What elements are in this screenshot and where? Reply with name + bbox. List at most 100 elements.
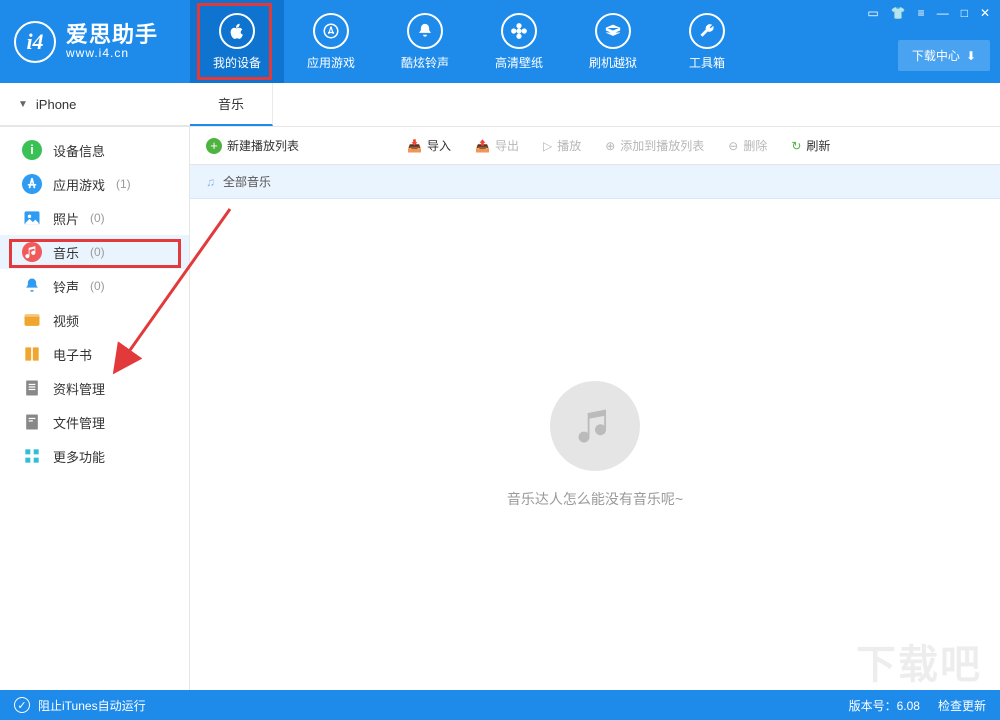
bell-icon [22, 276, 42, 296]
download-center-button[interactable]: 下载中心 ⬇ [898, 40, 990, 71]
sidebar-count: (0) [90, 211, 105, 225]
apple-icon [219, 13, 255, 49]
new-playlist-button[interactable]: + 新建播放列表 [206, 137, 299, 154]
refresh-button[interactable]: ↻ 刷新 [791, 137, 830, 154]
sidebar-label: 设备信息 [53, 141, 105, 160]
sidebar-item-ebook[interactable]: 电子书 [0, 337, 189, 371]
sidebar-item-ringtone[interactable]: 铃声 (0) [0, 269, 189, 303]
sidebar-label: 音乐 [53, 243, 79, 262]
empty-message: 音乐达人怎么能没有音乐呢~ [507, 489, 683, 509]
minimize-icon[interactable]: — [937, 6, 949, 20]
toolbar: + 新建播放列表 📥 导入 📤 导出 ▷ 播放 ⊕ 添 [190, 127, 1000, 165]
sidebar-label: 照片 [53, 209, 79, 228]
btn-label: 播放 [557, 137, 581, 154]
playlist-label: 全部音乐 [223, 173, 271, 190]
subtab-label: 音乐 [218, 94, 244, 113]
nav-label: 工具箱 [689, 54, 725, 71]
music-note-icon: ♫ [206, 175, 215, 189]
sidebar-count: (0) [90, 279, 105, 293]
empty-state: 音乐达人怎么能没有音乐呢~ [190, 199, 1000, 690]
file-icon [22, 412, 42, 432]
add-to-playlist-button[interactable]: ⊕ 添加到播放列表 [605, 137, 704, 154]
sidebar-label: 电子书 [53, 345, 92, 364]
sidebar-label: 资料管理 [53, 379, 105, 398]
sidebar-item-apps[interactable]: 应用游戏 (1) [0, 167, 189, 201]
brand-subtitle: www.i4.cn [66, 47, 158, 61]
wrench-icon [689, 13, 725, 49]
sidebar-count: (1) [116, 177, 131, 191]
book-icon [22, 344, 42, 364]
sidebar-label: 文件管理 [53, 413, 105, 432]
music-icon [22, 242, 42, 262]
nav-label: 应用游戏 [307, 54, 355, 71]
box-icon [595, 13, 631, 49]
status-version: 版本号：6.08 [849, 697, 920, 714]
play-icon: ▷ [543, 139, 552, 153]
play-button[interactable]: ▷ 播放 [543, 137, 581, 154]
status-itunes-toggle[interactable]: ✓ 阻止iTunes自动运行 [14, 697, 146, 714]
empty-music-icon [550, 381, 640, 471]
status-itunes-label: 阻止iTunes自动运行 [38, 697, 146, 714]
delete-icon: ⊖ [728, 139, 738, 153]
sidebar-item-photos[interactable]: 照片 (0) [0, 201, 189, 235]
logo-badge-icon: i4 [14, 21, 56, 63]
window-controls: ▭ 👕 ≡ — □ ✕ [867, 6, 990, 20]
flower-icon [501, 13, 537, 49]
refresh-icon: ↻ [791, 139, 801, 153]
skin-icon[interactable]: 👕 [891, 6, 906, 20]
btn-label: 导入 [427, 137, 451, 154]
nav-label: 高清壁纸 [495, 54, 543, 71]
download-icon: ⬇ [966, 49, 976, 63]
check-update-button[interactable]: 检查更新 [938, 697, 986, 714]
nav-flash[interactable]: 刷机越狱 [566, 0, 660, 83]
nav-ringtone[interactable]: 酷炫铃声 [378, 0, 472, 83]
delete-button[interactable]: ⊖ 删除 [728, 137, 767, 154]
app-logo: i4 爱思助手 www.i4.cn [0, 0, 190, 83]
doc-icon [22, 378, 42, 398]
sidebar-item-device-info[interactable]: i 设备信息 [0, 133, 189, 167]
sidebar-item-files[interactable]: 文件管理 [0, 405, 189, 439]
btn-label: 导出 [495, 137, 519, 154]
nav-wallpaper[interactable]: 高清壁纸 [472, 0, 566, 83]
export-button[interactable]: 📤 导出 [475, 137, 519, 154]
nav-toolbox[interactable]: 工具箱 [660, 0, 754, 83]
nav-label: 刷机越狱 [589, 54, 637, 71]
sidebar-item-data[interactable]: 资料管理 [0, 371, 189, 405]
device-name: iPhone [36, 97, 76, 112]
sidebar-label: 视频 [53, 311, 79, 330]
photos-icon [22, 208, 42, 228]
btn-label: 添加到播放列表 [620, 137, 704, 154]
sidebar-item-more[interactable]: 更多功能 [0, 439, 189, 473]
sidebar-item-music[interactable]: 音乐 (0) [0, 235, 189, 269]
nav-my-device[interactable]: 我的设备 [190, 0, 284, 83]
sidebar-count: (0) [90, 245, 105, 259]
btn-label: 删除 [743, 137, 767, 154]
chevron-down-icon: ▼ [18, 99, 28, 110]
grid-icon [22, 446, 42, 466]
svg-text:i: i [30, 143, 33, 157]
check-icon: ✓ [14, 697, 30, 713]
btn-label: 刷新 [806, 137, 830, 154]
close-icon[interactable]: ✕ [980, 6, 990, 20]
plus-icon: + [206, 138, 222, 154]
nav-label: 酷炫铃声 [401, 54, 449, 71]
info-icon: i [22, 140, 42, 160]
bell-icon [407, 13, 443, 49]
sidebar-item-video[interactable]: 视频 [0, 303, 189, 337]
sidebar: i 设备信息 应用游戏 (1) 照片 (0) 音乐 (0) 铃声 (0) [0, 127, 190, 690]
import-button[interactable]: 📥 导入 [407, 137, 451, 154]
nav-apps[interactable]: 应用游戏 [284, 0, 378, 83]
playlist-all-music[interactable]: ♫ 全部音乐 [190, 165, 1000, 199]
sidebar-label: 更多功能 [53, 447, 105, 466]
brand-title: 爱思助手 [66, 22, 158, 47]
feedback-icon[interactable]: ▭ [867, 6, 878, 20]
export-icon: 📤 [475, 139, 490, 153]
device-selector[interactable]: ▼ iPhone [0, 83, 190, 126]
sidebar-label: 铃声 [53, 277, 79, 296]
sidebar-label: 应用游戏 [53, 175, 105, 194]
addto-icon: ⊕ [605, 139, 615, 153]
menu-icon[interactable]: ≡ [918, 6, 925, 20]
import-icon: 📥 [407, 139, 422, 153]
maximize-icon[interactable]: □ [961, 6, 968, 20]
subtab-music[interactable]: 音乐 [190, 83, 273, 126]
